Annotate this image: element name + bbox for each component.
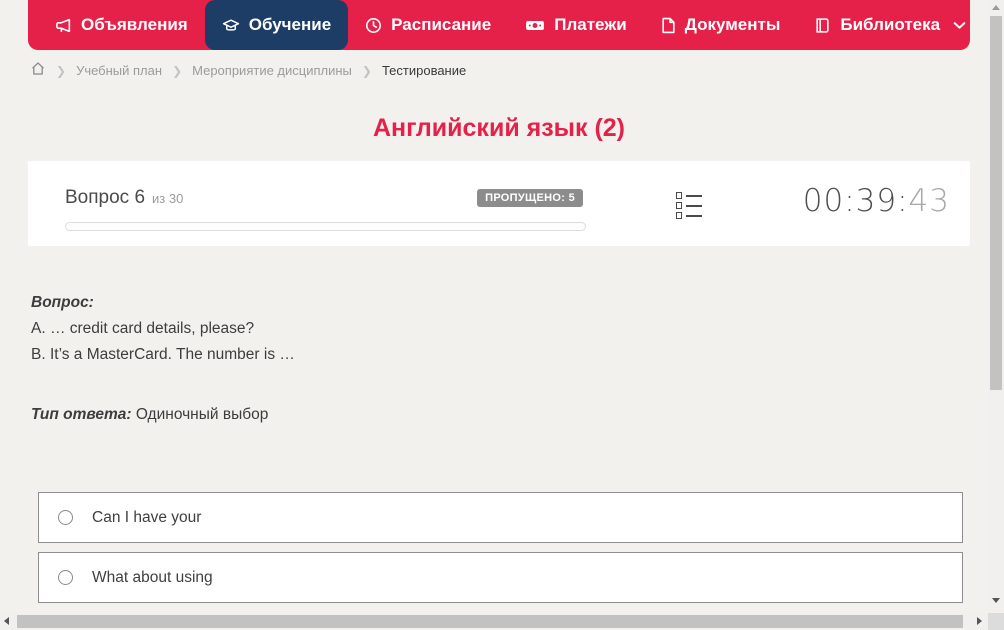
timer: 00:39:43 — [803, 183, 950, 219]
vertical-scrollbar-thumb[interactable] — [990, 16, 1002, 390]
vertical-scrollbar[interactable] — [988, 0, 1004, 608]
answer-option-label: Can I have your — [92, 509, 201, 527]
scroll-down-arrow-icon[interactable] — [992, 598, 1000, 603]
question-number: Вопрос 6 — [65, 187, 145, 209]
question-total: из 30 — [152, 191, 183, 206]
breadcrumb-item-discipline-event[interactable]: Мероприятие дисциплины — [192, 63, 352, 78]
answer-type-label: Тип ответа: — [31, 406, 132, 423]
timer-seconds: 43 — [909, 183, 950, 219]
breadcrumb-separator: ❯ — [172, 64, 182, 78]
radio-button[interactable] — [58, 570, 73, 585]
banknote-icon — [525, 17, 545, 34]
question-list-icon[interactable] — [676, 192, 702, 219]
question-header-card: Вопрос 6 из 30 ПРОПУЩЕНО: 5 00:39:43 — [28, 161, 970, 246]
breadcrumb: ❯ Учебный план ❯ Мероприятие дисциплины … — [30, 62, 466, 79]
nav-item-label: Документы — [685, 15, 781, 35]
breadcrumb-separator: ❯ — [362, 64, 372, 78]
nav-item-label: Обучение — [249, 15, 331, 35]
nav-item-library[interactable]: Библиотека — [797, 0, 983, 50]
timer-hhmm: 00:39: — [803, 183, 909, 219]
question-prompt-label: Вопрос: — [31, 290, 931, 316]
scroll-right-arrow-icon[interactable] — [977, 617, 982, 625]
question-line-a: A. … credit card details, please? — [31, 316, 931, 342]
chevron-down-icon — [953, 21, 966, 30]
breadcrumb-separator: ❯ — [56, 64, 66, 78]
answer-type-row: Тип ответа: Одиночный выбор — [31, 402, 931, 428]
breadcrumb-item-testing: Тестирование — [382, 63, 466, 78]
radio-button[interactable] — [58, 510, 73, 525]
answer-option-2[interactable]: What about using — [38, 552, 963, 603]
megaphone-icon — [55, 17, 72, 34]
question-body: Вопрос: A. … credit card details, please… — [31, 290, 931, 428]
scroll-up-arrow-icon[interactable] — [992, 5, 1000, 10]
home-icon[interactable] — [30, 61, 46, 79]
nav-item-learning[interactable]: Обучение — [205, 0, 348, 50]
scroll-left-arrow-icon[interactable] — [4, 617, 9, 625]
nav-item-label: Объявления — [81, 15, 188, 35]
graduation-cap-icon — [222, 17, 240, 34]
answer-option-1[interactable]: Can I have your — [38, 492, 963, 543]
nav-item-label: Платежи — [554, 15, 627, 35]
question-progress-section: Вопрос 6 из 30 ПРОПУЩЕНО: 5 — [65, 187, 586, 231]
nav-item-label: Расписание — [391, 15, 491, 35]
nav-item-announcements[interactable]: Объявления — [38, 0, 205, 50]
horizontal-scrollbar[interactable] — [0, 613, 988, 630]
progress-bar — [65, 222, 586, 231]
scrollbar-corner — [988, 613, 1004, 630]
top-navbar: Объявления Обучение Расписание Платежи Д… — [28, 0, 970, 50]
breadcrumb-item-curriculum[interactable]: Учебный план — [76, 63, 162, 78]
document-icon — [661, 17, 676, 34]
book-icon — [814, 17, 831, 34]
nav-item-documents[interactable]: Документы — [644, 0, 798, 50]
answer-type-value: Одиночный выбор — [136, 406, 269, 423]
horizontal-scrollbar-thumb[interactable] — [17, 615, 963, 628]
question-line-b: B. It’s a MasterCard. The number is … — [31, 342, 931, 368]
nav-item-label: Библиотека — [840, 15, 940, 35]
clock-icon — [365, 17, 382, 34]
skipped-badge: ПРОПУЩЕНО: 5 — [477, 189, 583, 207]
page-title: Английский язык (2) — [28, 114, 970, 143]
nav-item-payments[interactable]: Платежи — [508, 0, 644, 50]
answer-option-label: What about using — [92, 569, 213, 587]
nav-item-schedule[interactable]: Расписание — [348, 0, 508, 50]
